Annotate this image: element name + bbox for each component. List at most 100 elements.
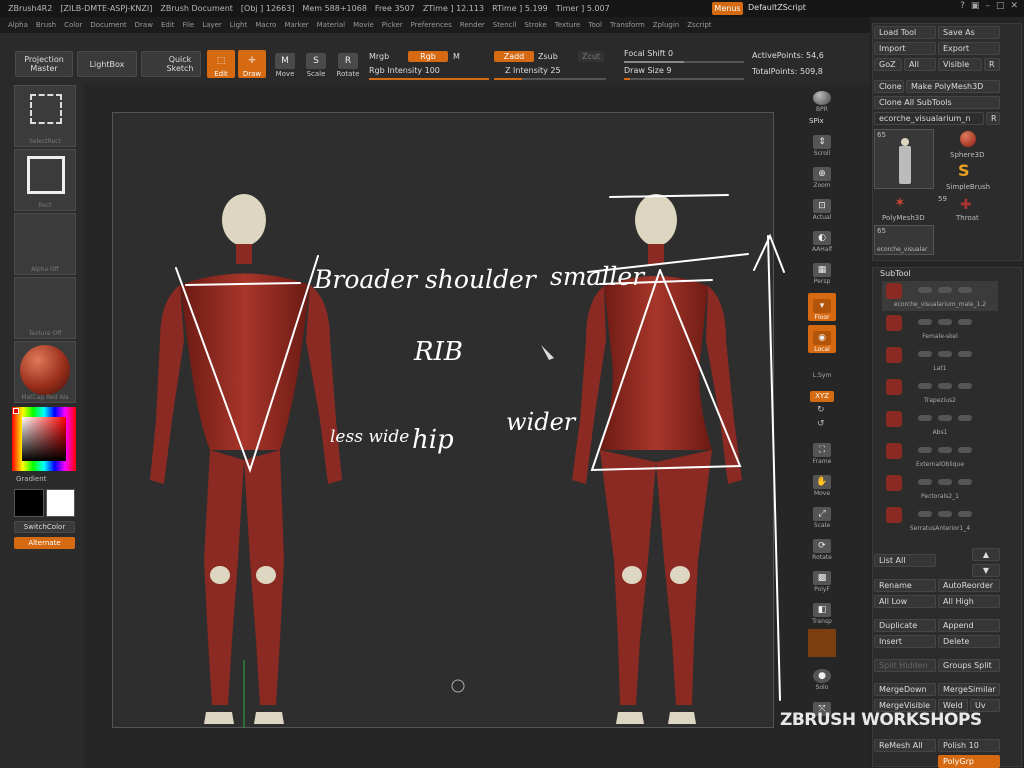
all-high-button[interactable]: All High <box>938 595 1000 608</box>
subtool-item[interactable]: ExternalOblique <box>882 441 998 471</box>
solo-button[interactable]: ● Solo <box>808 663 836 691</box>
current-tool-name[interactable]: ecorche_visualarium_n <box>874 112 984 125</box>
simplebrush-icon[interactable]: S <box>958 161 970 180</box>
edit-toggle-icon[interactable] <box>958 479 972 485</box>
r-button[interactable]: R <box>984 58 1000 71</box>
merge-similar-button[interactable]: MergeSimilar <box>938 683 1000 696</box>
ghost-button[interactable] <box>808 629 836 657</box>
duplicate-button[interactable]: Duplicate <box>874 619 936 632</box>
import-button[interactable]: Import <box>874 42 936 55</box>
edit-toggle-icon[interactable] <box>958 351 972 357</box>
move-up-icon[interactable]: ▲ <box>972 548 1000 561</box>
polypaint-toggle-icon[interactable] <box>938 319 952 325</box>
visibility-toggle-icon[interactable] <box>918 383 932 389</box>
subtool-toggles[interactable] <box>918 511 998 519</box>
load-tool-button[interactable]: Load Tool <box>874 26 936 39</box>
visibility-toggle-icon[interactable] <box>918 351 932 357</box>
delete-button[interactable]: Delete <box>938 635 1000 648</box>
list-all-button[interactable]: List All <box>874 554 936 567</box>
polypaint-toggle-icon[interactable] <box>938 479 952 485</box>
save-as-button[interactable]: Save As <box>938 26 1000 39</box>
insert-button[interactable]: Insert <box>874 635 936 648</box>
edit-toggle-icon[interactable] <box>958 447 972 453</box>
persp-button[interactable]: ▦ Persp <box>808 257 836 285</box>
edit-toggle-icon[interactable] <box>958 383 972 389</box>
xyz-toggle[interactable]: XYZ <box>810 391 834 402</box>
split-hidden-button[interactable]: Split Hidden <box>874 659 936 672</box>
polyf-button[interactable]: ▩ PolyF <box>808 565 836 593</box>
sphere3d-icon[interactable] <box>960 131 976 147</box>
subtool-toggles[interactable] <box>918 319 998 327</box>
subtool-toggles[interactable] <box>918 287 998 295</box>
visibility-toggle-icon[interactable] <box>918 447 932 453</box>
current-tool-r-button[interactable]: R <box>986 112 1000 125</box>
ecorche-tool-thumb[interactable]: 65 ecorche_visualar <box>874 225 934 255</box>
subtool-toggles[interactable] <box>918 479 998 487</box>
local-button[interactable]: ◉ Local <box>808 325 836 353</box>
visibility-toggle-icon[interactable] <box>918 319 932 325</box>
visible-button[interactable]: Visible <box>938 58 982 71</box>
spix-label[interactable]: SPix <box>809 117 824 125</box>
subtool-item[interactable]: SerratusAnterior1_4 <box>882 505 998 535</box>
make-polymesh-button[interactable]: Make PolyMesh3D <box>906 80 1000 93</box>
all-low-button[interactable]: All Low <box>874 595 936 608</box>
bpr-button[interactable]: BPR <box>808 85 836 113</box>
subtool-item[interactable]: Abs1 <box>882 409 998 439</box>
transp-button[interactable]: ◧ Transp <box>808 597 836 625</box>
aahalf-button[interactable]: ◐ AAHalf <box>808 225 836 253</box>
visibility-toggle-icon[interactable] <box>918 511 932 517</box>
append-button[interactable]: Append <box>938 619 1000 632</box>
rename-button[interactable]: Rename <box>874 579 936 592</box>
export-button[interactable]: Export <box>938 42 1000 55</box>
edit-toggle-icon[interactable] <box>958 287 972 293</box>
polish-slider[interactable]: Polish 10 <box>938 739 1000 752</box>
subtool-header[interactable]: SubTool <box>880 269 911 278</box>
polypaint-toggle-icon[interactable] <box>938 511 952 517</box>
actual-button[interactable]: ⊡ Actual <box>808 193 836 221</box>
polypaint-toggle-icon[interactable] <box>938 415 952 421</box>
scale-view-button[interactable]: ⤢ Scale <box>808 501 836 529</box>
edit-toggle-icon[interactable] <box>958 319 972 325</box>
subtool-toggles[interactable] <box>918 415 998 423</box>
merge-down-button[interactable]: MergeDown <box>874 683 936 696</box>
lsym-button[interactable]: L.Sym <box>808 357 836 379</box>
simplebrush-label[interactable]: SimpleBrush <box>946 183 990 191</box>
current-tool-thumbnail[interactable]: 65 <box>874 129 934 189</box>
auto-reorder-button[interactable]: AutoReorder <box>938 579 1000 592</box>
polypaint-toggle-icon[interactable] <box>938 447 952 453</box>
visibility-toggle-icon[interactable] <box>918 415 932 421</box>
rotate-axis-icon[interactable]: ↻ <box>817 405 825 415</box>
polymesh3d-label[interactable]: PolyMesh3D <box>882 214 925 222</box>
polygrp-toggle[interactable]: PolyGrp <box>938 755 1000 768</box>
sphere3d-label[interactable]: Sphere3D <box>950 151 985 159</box>
subtool-item[interactable]: ecorche_visualarium_male_1.2 <box>882 281 998 311</box>
frame-button[interactable]: ⛶ Frame <box>808 437 836 465</box>
subtool-toggles[interactable] <box>918 351 998 359</box>
clone-button[interactable]: Clone <box>874 80 904 93</box>
polypaint-toggle-icon[interactable] <box>938 383 952 389</box>
edit-toggle-icon[interactable] <box>958 415 972 421</box>
throat-label[interactable]: Throat <box>956 214 979 222</box>
visibility-toggle-icon[interactable] <box>918 287 932 293</box>
all-button[interactable]: All <box>904 58 936 71</box>
throat-icon[interactable]: ✚ <box>960 197 972 213</box>
polypaint-toggle-icon[interactable] <box>938 287 952 293</box>
visibility-toggle-icon[interactable] <box>918 479 932 485</box>
scroll-button[interactable]: ⇕ Scroll <box>808 129 836 157</box>
subtool-item[interactable]: Lat1 <box>882 345 998 375</box>
rotate-view-button[interactable]: ⟳ Rotate <box>808 533 836 561</box>
remesh-all-button[interactable]: ReMesh All <box>874 739 936 752</box>
groups-split-button[interactable]: Groups Split <box>938 659 1000 672</box>
rotate-axis-alt-icon[interactable]: ↺ <box>817 419 825 429</box>
polymesh3d-icon[interactable]: ✶ <box>894 195 906 211</box>
subtool-item[interactable]: Female-skel <box>882 313 998 343</box>
floor-button[interactable]: ▾ Floor <box>808 293 836 321</box>
subtool-toggles[interactable] <box>918 383 998 391</box>
zoom-button[interactable]: ⊕ Zoom <box>808 161 836 189</box>
subtool-item[interactable]: Pectorals2_1 <box>882 473 998 503</box>
clone-all-subtools-button[interactable]: Clone All SubTools <box>874 96 1000 109</box>
subtool-item[interactable]: Trapezius2 <box>882 377 998 407</box>
polypaint-toggle-icon[interactable] <box>938 351 952 357</box>
goz-button[interactable]: GoZ <box>874 58 902 71</box>
move-view-button[interactable]: ✋ Move <box>808 469 836 497</box>
